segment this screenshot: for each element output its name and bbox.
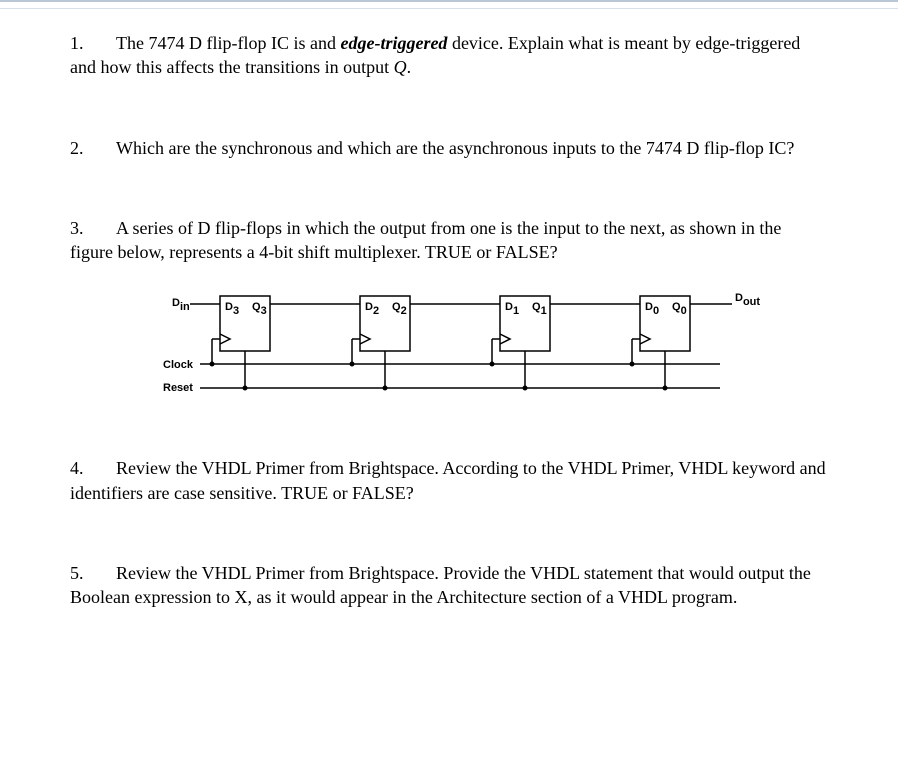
reset-tap-1 — [383, 351, 388, 391]
shift-register-figure: Din Dout D3 Q3 D2 Q2 D1 Q1 — [160, 286, 780, 416]
flip-flop-0: D3 Q3 — [220, 296, 270, 351]
question-number: 2. — [70, 138, 84, 158]
spacer — [88, 458, 116, 478]
reset-label: Reset — [163, 382, 193, 394]
spacer — [88, 218, 116, 238]
question-number: 1. — [70, 33, 84, 53]
question-number: 4. — [70, 458, 84, 478]
question-text: A series of D flip-flops in which the ou… — [70, 218, 781, 262]
question-4: 4. Review the VHDL Primer from Brightspa… — [70, 456, 828, 505]
question-number: 5. — [70, 563, 84, 583]
clock-tap-2 — [490, 339, 501, 367]
question-text: Review the VHDL Primer from Brightspace.… — [70, 563, 811, 607]
reset-tap-0 — [243, 351, 248, 391]
question-2: 2. Which are the synchronous and which a… — [70, 136, 828, 160]
din-label: Din — [172, 297, 190, 313]
question-text-part-c: . — [407, 57, 412, 77]
spacer — [88, 563, 116, 583]
clock-tap-0 — [210, 339, 221, 367]
spacer — [88, 33, 116, 53]
question-italic-var: Q — [394, 57, 407, 77]
reset-tap-3 — [663, 351, 668, 391]
flip-flop-3: D0 Q0 — [640, 296, 690, 351]
reset-tap-2 — [523, 351, 528, 391]
flip-flop-1: D2 Q2 — [360, 296, 410, 351]
question-5: 5. Review the VHDL Primer from Brightspa… — [70, 561, 828, 610]
clock-tap-3 — [630, 339, 641, 367]
question-number: 3. — [70, 218, 84, 238]
question-text-part-a: The 7474 D flip-flop IC is and — [116, 33, 340, 53]
shift-register-svg: Din Dout D3 Q3 D2 Q2 D1 Q1 — [160, 286, 780, 416]
question-text: Which are the synchronous and which are … — [116, 138, 794, 158]
question-emph: edge-triggered — [340, 33, 447, 53]
clock-label: Clock — [163, 359, 194, 371]
question-1: 1. The 7474 D flip-flop IC is and edge-t… — [70, 31, 828, 80]
document-page: 1. The 7474 D flip-flop IC is and edge-t… — [0, 31, 898, 769]
question-3: 3. A series of D flip-flops in which the… — [70, 216, 828, 265]
dout-label: Dout — [735, 292, 760, 308]
top-divider — [0, 0, 898, 9]
flip-flop-2: D1 Q1 — [500, 296, 550, 351]
question-text: Review the VHDL Primer from Brightspace.… — [70, 458, 826, 502]
spacer — [88, 138, 116, 158]
clock-tap-1 — [350, 339, 361, 367]
